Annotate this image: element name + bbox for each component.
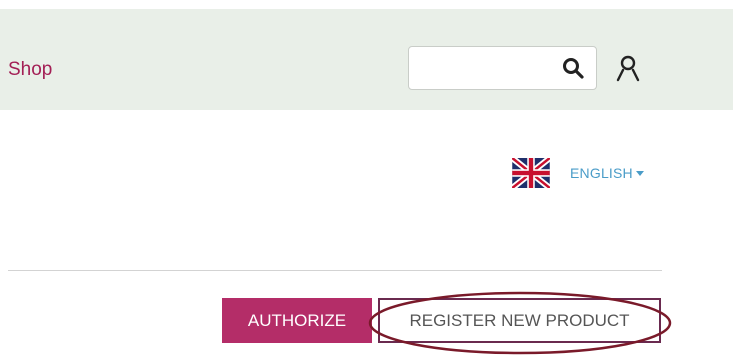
uk-flag-icon: [512, 158, 550, 188]
chevron-down-icon[interactable]: [635, 170, 644, 176]
top-strip: [0, 0, 733, 9]
language-selector[interactable]: ENGLISH: [512, 156, 644, 190]
search-icon[interactable]: [561, 56, 585, 80]
search-input[interactable]: [415, 53, 559, 85]
divider: [8, 270, 662, 271]
language-label[interactable]: ENGLISH: [570, 165, 633, 181]
site-header: Shop: [0, 9, 733, 110]
authorize-button[interactable]: AUTHORIZE: [222, 298, 372, 343]
shop-link[interactable]: Shop: [8, 59, 52, 81]
register-new-product-button[interactable]: REGISTER NEW PRODUCT: [378, 298, 661, 343]
user-icon[interactable]: [613, 53, 643, 83]
